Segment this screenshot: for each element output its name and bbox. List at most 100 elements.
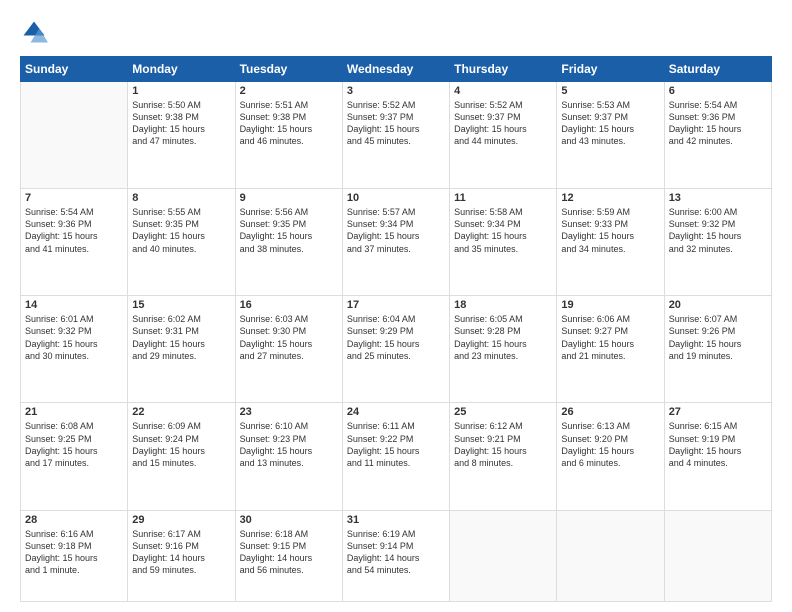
day-number: 27 [669, 406, 767, 418]
calendar-cell: 9 Sunrise: 5:56 AM Sunset: 9:35 PM Daylig… [235, 189, 342, 296]
calendar-cell: 13 Sunrise: 6:00 AM Sunset: 9:32 PM Dayli… [664, 189, 771, 296]
calendar-cell: 21Sunrise: 6:08 AM Sunset: 9:25 PM Dayli… [21, 403, 128, 510]
calendar-cell: 30 Sunrise: 6:18 AM Sunset: 9:15 PM Dayli… [235, 510, 342, 602]
calendar-cell: 3 Sunrise: 5:52 AM Sunset: 9:37 PM Daylig… [342, 82, 449, 189]
calendar-day-header: Wednesday [342, 57, 449, 82]
calendar-day-header: Thursday [450, 57, 557, 82]
day-number: 29 [132, 514, 230, 526]
day-number: 24 [347, 406, 445, 418]
calendar-cell: 12Sunrise: 5:59 AM Sunset: 9:33 PM Dayli… [557, 189, 664, 296]
cell-info: Sunrise: 6:15 AM Sunset: 9:19 PM Dayligh… [669, 420, 767, 469]
cell-info: Sunrise: 5:53 AM Sunset: 9:37 PM Dayligh… [561, 99, 659, 148]
day-number: 6 [669, 85, 767, 97]
calendar-cell: 2 Sunrise: 5:51 AM Sunset: 9:38 PM Daylig… [235, 82, 342, 189]
day-number: 31 [347, 514, 445, 526]
logo-icon [20, 18, 48, 46]
day-number: 4 [454, 85, 552, 97]
calendar-cell: 24 Sunrise: 6:11 AM Sunset: 9:22 PM Dayli… [342, 403, 449, 510]
calendar-cell: 5 Sunrise: 5:53 AM Sunset: 9:37 PM Daylig… [557, 82, 664, 189]
cell-info: Sunrise: 6:06 AM Sunset: 9:27 PM Dayligh… [561, 313, 659, 362]
cell-info: Sunrise: 5:57 AM Sunset: 9:34 PM Dayligh… [347, 206, 445, 255]
calendar-week-row: 28 Sunrise: 6:16 AM Sunset: 9:18 PM Dayli… [21, 510, 772, 602]
cell-info: Sunrise: 5:54 AM Sunset: 9:36 PM Dayligh… [25, 206, 123, 255]
day-number: 13 [669, 192, 767, 204]
cell-info: Sunrise: 6:16 AM Sunset: 9:18 PM Dayligh… [25, 528, 123, 577]
day-number: 1 [132, 85, 230, 97]
calendar-day-header: Tuesday [235, 57, 342, 82]
page: SundayMondayTuesdayWednesdayThursdayFrid… [0, 0, 792, 612]
calendar-cell: 17 Sunrise: 6:04 AM Sunset: 9:29 PM Dayli… [342, 296, 449, 403]
cell-info: Sunrise: 6:19 AM Sunset: 9:14 PM Dayligh… [347, 528, 445, 577]
day-number: 23 [240, 406, 338, 418]
calendar-cell: 31 Sunrise: 6:19 AM Sunset: 9:14 PM Dayli… [342, 510, 449, 602]
day-number: 2 [240, 85, 338, 97]
day-number: 18 [454, 299, 552, 311]
cell-info: Sunrise: 6:13 AM Sunset: 9:20 PM Dayligh… [561, 420, 659, 469]
logo [20, 18, 52, 46]
calendar-cell: 14Sunrise: 6:01 AM Sunset: 9:32 PM Dayli… [21, 296, 128, 403]
day-number: 30 [240, 514, 338, 526]
calendar-cell [557, 510, 664, 602]
calendar-cell: 19 Sunrise: 6:06 AM Sunset: 9:27 PM Dayli… [557, 296, 664, 403]
calendar-day-header: Monday [128, 57, 235, 82]
day-number: 3 [347, 85, 445, 97]
calendar-cell: 11 Sunrise: 5:58 AM Sunset: 9:34 PM Dayli… [450, 189, 557, 296]
calendar-cell: 16 Sunrise: 6:03 AM Sunset: 9:30 PM Dayli… [235, 296, 342, 403]
day-number: 17 [347, 299, 445, 311]
calendar-cell: 29 Sunrise: 6:17 AM Sunset: 9:16 PM Dayli… [128, 510, 235, 602]
cell-info: Sunrise: 6:18 AM Sunset: 9:15 PM Dayligh… [240, 528, 338, 577]
cell-info: Sunrise: 6:09 AM Sunset: 9:24 PM Dayligh… [132, 420, 230, 469]
calendar-week-row: 14Sunrise: 6:01 AM Sunset: 9:32 PM Dayli… [21, 296, 772, 403]
day-number: 8 [132, 192, 230, 204]
cell-info: Sunrise: 5:50 AM Sunset: 9:38 PM Dayligh… [132, 99, 230, 148]
calendar-cell: 6 Sunrise: 5:54 AM Sunset: 9:36 PM Daylig… [664, 82, 771, 189]
day-number: 25 [454, 406, 552, 418]
calendar-cell: 26 Sunrise: 6:13 AM Sunset: 9:20 PM Dayli… [557, 403, 664, 510]
day-number: 16 [240, 299, 338, 311]
cell-info: Sunrise: 6:00 AM Sunset: 9:32 PM Dayligh… [669, 206, 767, 255]
day-number: 22 [132, 406, 230, 418]
cell-info: Sunrise: 6:01 AM Sunset: 9:32 PM Dayligh… [25, 313, 123, 362]
cell-info: Sunrise: 5:51 AM Sunset: 9:38 PM Dayligh… [240, 99, 338, 148]
calendar-day-header: Saturday [664, 57, 771, 82]
calendar-cell: 20Sunrise: 6:07 AM Sunset: 9:26 PM Dayli… [664, 296, 771, 403]
cell-info: Sunrise: 5:58 AM Sunset: 9:34 PM Dayligh… [454, 206, 552, 255]
cell-info: Sunrise: 6:04 AM Sunset: 9:29 PM Dayligh… [347, 313, 445, 362]
calendar-cell: 18 Sunrise: 6:05 AM Sunset: 9:28 PM Dayli… [450, 296, 557, 403]
cell-info: Sunrise: 5:52 AM Sunset: 9:37 PM Dayligh… [454, 99, 552, 148]
calendar-cell: 7 Sunrise: 5:54 AM Sunset: 9:36 PM Daylig… [21, 189, 128, 296]
calendar-cell: 22 Sunrise: 6:09 AM Sunset: 9:24 PM Dayli… [128, 403, 235, 510]
calendar-cell: 8Sunrise: 5:55 AM Sunset: 9:35 PM Daylig… [128, 189, 235, 296]
calendar-week-row: 21Sunrise: 6:08 AM Sunset: 9:25 PM Dayli… [21, 403, 772, 510]
cell-info: Sunrise: 5:56 AM Sunset: 9:35 PM Dayligh… [240, 206, 338, 255]
calendar-day-header: Friday [557, 57, 664, 82]
calendar-body: 1 Sunrise: 5:50 AM Sunset: 9:38 PM Daylig… [21, 82, 772, 602]
cell-info: Sunrise: 5:52 AM Sunset: 9:37 PM Dayligh… [347, 99, 445, 148]
calendar-cell: 28 Sunrise: 6:16 AM Sunset: 9:18 PM Dayli… [21, 510, 128, 602]
day-number: 26 [561, 406, 659, 418]
calendar-cell: 25Sunrise: 6:12 AM Sunset: 9:21 PM Dayli… [450, 403, 557, 510]
day-number: 5 [561, 85, 659, 97]
day-number: 19 [561, 299, 659, 311]
day-number: 9 [240, 192, 338, 204]
day-number: 7 [25, 192, 123, 204]
calendar-cell [664, 510, 771, 602]
cell-info: Sunrise: 6:05 AM Sunset: 9:28 PM Dayligh… [454, 313, 552, 362]
day-number: 10 [347, 192, 445, 204]
header [20, 18, 772, 46]
cell-info: Sunrise: 6:03 AM Sunset: 9:30 PM Dayligh… [240, 313, 338, 362]
cell-info: Sunrise: 6:10 AM Sunset: 9:23 PM Dayligh… [240, 420, 338, 469]
cell-info: Sunrise: 6:11 AM Sunset: 9:22 PM Dayligh… [347, 420, 445, 469]
day-number: 28 [25, 514, 123, 526]
calendar-cell: 15Sunrise: 6:02 AM Sunset: 9:31 PM Dayli… [128, 296, 235, 403]
cell-info: Sunrise: 6:17 AM Sunset: 9:16 PM Dayligh… [132, 528, 230, 577]
calendar-cell [21, 82, 128, 189]
day-number: 11 [454, 192, 552, 204]
day-number: 21 [25, 406, 123, 418]
calendar-table: SundayMondayTuesdayWednesdayThursdayFrid… [20, 56, 772, 602]
cell-info: Sunrise: 5:54 AM Sunset: 9:36 PM Dayligh… [669, 99, 767, 148]
calendar-cell: 10 Sunrise: 5:57 AM Sunset: 9:34 PM Dayli… [342, 189, 449, 296]
calendar-cell: 4 Sunrise: 5:52 AM Sunset: 9:37 PM Daylig… [450, 82, 557, 189]
calendar-week-row: 7 Sunrise: 5:54 AM Sunset: 9:36 PM Daylig… [21, 189, 772, 296]
calendar-cell [450, 510, 557, 602]
